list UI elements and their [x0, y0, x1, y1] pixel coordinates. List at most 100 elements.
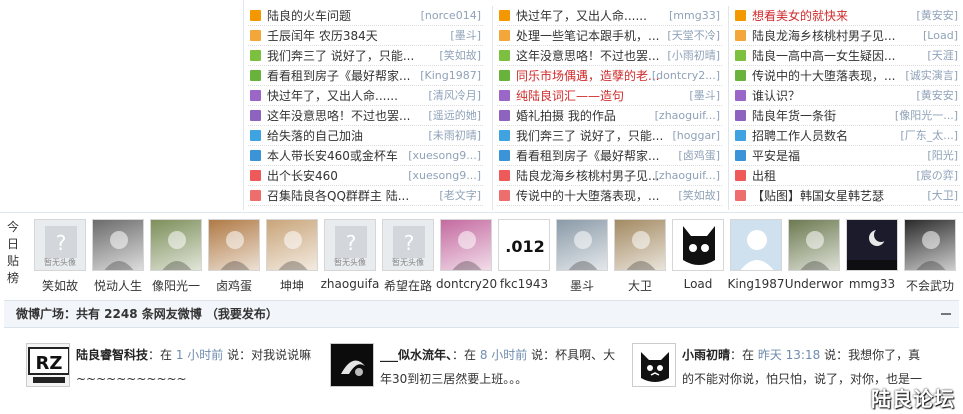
poster-item[interactable]: 不会武功 — [900, 219, 960, 294]
thread-title-link[interactable]: 纯陆良词汇——造句 — [516, 86, 666, 106]
thread-title-link[interactable]: 我们奔三了 说好了，只能... — [516, 126, 666, 146]
feed-author[interactable]: ___似水流年、 — [380, 348, 452, 362]
poster-name[interactable]: 不会武功 — [900, 277, 960, 294]
thread-title-link[interactable]: 婚礼拍摄 我的作品 — [516, 106, 666, 126]
poster-avatar[interactable] — [904, 219, 956, 271]
thread-author-link[interactable]: [Load] — [923, 26, 958, 46]
poster-item[interactable]: 墨斗 — [552, 219, 612, 294]
poster-avatar[interactable] — [672, 219, 724, 271]
thread-author-link[interactable]: [天堂不冷] — [667, 26, 720, 46]
poster-avatar[interactable] — [92, 219, 144, 271]
thread-author-link[interactable]: [笑如故] — [439, 46, 481, 66]
thread-author-link[interactable]: [厂东_太...] — [900, 126, 958, 146]
poster-avatar[interactable] — [150, 219, 202, 271]
thread-author-link[interactable]: [未雨初晴] — [428, 126, 481, 146]
poster-item[interactable]: Underwor — [784, 219, 844, 291]
poster-avatar[interactable] — [556, 219, 608, 271]
poster-avatar[interactable]: ? 暂无头像 — [34, 219, 86, 271]
poster-name[interactable]: 坤坤 — [262, 277, 322, 294]
thread-title-link[interactable]: 这年没意思咯！不过也罢... — [516, 46, 666, 66]
thread-author-link[interactable]: [宸の弈] — [916, 166, 958, 186]
thread-title-link[interactable]: 平安是福 — [752, 146, 902, 166]
thread-author-link[interactable]: [笑如故] — [678, 186, 720, 206]
thread-author-link[interactable]: [dontcry2...] — [652, 66, 720, 86]
poster-avatar[interactable] — [208, 219, 260, 271]
thread-title-link[interactable]: 招聘工作人员数名 — [752, 126, 902, 146]
poster-item[interactable]: dontcry20 — [436, 219, 497, 291]
poster-item[interactable]: 悦动人生 — [88, 219, 148, 294]
thread-author-link[interactable]: [清风冷月] — [428, 86, 481, 106]
poster-avatar[interactable]: ? 暂无头像 — [324, 219, 376, 271]
thread-author-link[interactable]: [黄安安] — [916, 6, 958, 26]
thread-title-link[interactable]: 给失落的自己加油 — [267, 126, 417, 146]
thread-title-link[interactable]: 快过年了，又出人命...... — [267, 86, 417, 106]
thread-author-link[interactable]: [天涯] — [927, 46, 958, 66]
poster-avatar[interactable] — [614, 219, 666, 271]
feed-author[interactable]: 陆良睿智科技 — [76, 348, 148, 362]
poster-avatar[interactable]: .012 — [498, 219, 550, 271]
thread-title-link[interactable]: 传说中的十大堕落表现，... — [752, 66, 902, 86]
thread-title-link[interactable]: 我们奔三了 说好了，只能... — [267, 46, 417, 66]
thread-title-link[interactable]: 壬辰闰年 农历384天 — [267, 26, 417, 46]
thread-title-link[interactable]: 本人带长安460或金杯车 — [267, 146, 417, 166]
thread-title-link[interactable]: 想看美女的就快来 — [752, 6, 902, 26]
poster-name[interactable]: fkc1943 — [494, 277, 554, 291]
feed-avatar[interactable]: RZ — [26, 343, 70, 387]
poster-name[interactable]: 卤鸡蛋 — [204, 277, 264, 294]
poster-avatar[interactable] — [730, 219, 782, 271]
thread-author-link[interactable]: [zhaoguif...] — [655, 106, 720, 126]
poster-item[interactable]: ? 暂无头像笑如故 — [30, 219, 90, 294]
poster-item[interactable]: mmg33 — [842, 219, 902, 291]
poster-name[interactable]: 大卫 — [610, 277, 670, 294]
poster-item[interactable]: 像阳光一 — [146, 219, 206, 294]
poster-item[interactable]: 坤坤 — [262, 219, 322, 294]
thread-author-link[interactable]: [老文字] — [439, 186, 481, 206]
thread-title-link[interactable]: 陆良龙海乡核桃村男子见... — [516, 166, 666, 186]
poster-avatar[interactable] — [788, 219, 840, 271]
thread-author-link[interactable]: [黄安安] — [916, 86, 958, 106]
poster-name[interactable]: 希望在路 — [378, 277, 438, 294]
weibo-header-text[interactable]: 微博广场：共有 2248 条网友微博 （我要发布） — [16, 307, 278, 321]
thread-author-link[interactable]: [norce014] — [421, 6, 481, 26]
thread-title-link[interactable]: 召集陆良各QQ群群主 陆... — [267, 186, 417, 206]
thread-author-link[interactable]: [阳光] — [927, 146, 958, 166]
poster-item[interactable]: ? 暂无头像希望在路 — [378, 219, 438, 294]
poster-item[interactable]: Load — [668, 219, 728, 291]
thread-author-link[interactable]: [像阳光一...] — [895, 106, 958, 126]
thread-author-link[interactable]: [诚实演言] — [905, 66, 958, 86]
poster-name[interactable]: 墨斗 — [552, 277, 612, 294]
thread-title-link[interactable]: 谁认识？ — [752, 86, 902, 106]
poster-item[interactable]: 卤鸡蛋 — [204, 219, 264, 294]
poster-name[interactable]: 像阳光一 — [146, 277, 206, 294]
thread-title-link[interactable]: 陆良年货一条街 — [752, 106, 902, 126]
poster-name[interactable]: Load — [668, 277, 728, 291]
poster-name[interactable]: zhaoguifa — [320, 277, 380, 291]
thread-author-link[interactable]: [遥远的她] — [428, 106, 481, 126]
poster-item[interactable]: 大卫 — [610, 219, 670, 294]
thread-author-link[interactable]: [mmg33] — [669, 6, 720, 26]
thread-title-link[interactable]: 看看租到房子《最好帮家... — [516, 146, 666, 166]
thread-title-link[interactable]: 出租 — [752, 166, 902, 186]
thread-title-link[interactable]: 陆良的火车问题 — [267, 6, 417, 26]
poster-name[interactable]: 笑如故 — [30, 277, 90, 294]
thread-author-link[interactable]: [xuesong9...] — [408, 166, 481, 186]
thread-author-link[interactable]: [卤鸡蛋] — [678, 146, 720, 166]
thread-author-link[interactable]: [墨斗] — [450, 26, 481, 46]
feed-author[interactable]: 小雨初晴 — [682, 348, 730, 362]
thread-title-link[interactable]: 陆良一高中高一女生疑因... — [752, 46, 902, 66]
thread-title-link[interactable]: 出个长安460 — [267, 166, 417, 186]
poster-name[interactable]: 悦动人生 — [88, 277, 148, 294]
thread-title-link[interactable]: 陆良龙海乡核桃村男子见... — [752, 26, 902, 46]
poster-name[interactable]: dontcry20 — [436, 277, 497, 291]
poster-name[interactable]: Underwor — [784, 277, 844, 291]
thread-title-link[interactable]: 快过年了，又出人命...... — [516, 6, 666, 26]
thread-title-link[interactable]: 看看租到房子《最好帮家... — [267, 66, 417, 86]
feed-avatar[interactable] — [330, 343, 374, 387]
poster-name[interactable]: mmg33 — [842, 277, 902, 291]
poster-avatar[interactable] — [440, 219, 492, 271]
thread-author-link[interactable]: [xuesong9...] — [408, 146, 481, 166]
poster-avatar[interactable] — [846, 219, 898, 271]
poster-avatar[interactable]: ? 暂无头像 — [382, 219, 434, 271]
thread-title-link[interactable]: 处理一些笔记本跟手机，... — [516, 26, 666, 46]
poster-avatar[interactable] — [266, 219, 318, 271]
